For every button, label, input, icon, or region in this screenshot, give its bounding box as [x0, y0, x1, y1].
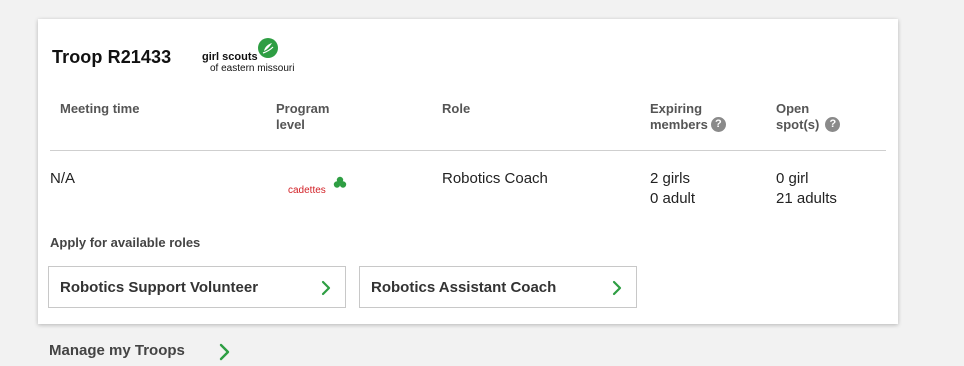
trefoil-icon — [333, 176, 347, 188]
header-role: Role — [442, 101, 470, 117]
header-meeting-time: Meeting time — [60, 101, 139, 117]
logo-line1: girl scouts — [202, 51, 258, 63]
chevron-right-icon — [219, 343, 230, 361]
manage-my-troops-link[interactable]: Manage my Troops — [49, 342, 230, 361]
logo-line2: of eastern missouri — [210, 63, 295, 74]
header-expiring-line2: members — [650, 117, 708, 132]
chevron-right-icon — [612, 280, 622, 296]
header-open-line1: Open — [776, 101, 810, 116]
apply-robotics-support-volunteer-button[interactable]: Robotics Support Volunteer — [48, 266, 346, 308]
cell-role: Robotics Coach — [442, 170, 548, 187]
expiring-adults: 0 adult — [650, 190, 696, 207]
cell-open-spots: 0 girl 21 adults — [776, 169, 837, 209]
header-meeting-time-label: Meeting time — [60, 101, 140, 116]
role-button-label: Robotics Support Volunteer — [60, 279, 259, 296]
cadettes-logo-text: cadettes — [288, 185, 326, 196]
expiring-girls: 2 girls — [650, 170, 691, 187]
cell-expiring-members: 2 girls 0 adult — [650, 169, 695, 209]
header-expiring-line1: Expiring — [650, 101, 703, 116]
open-girls: 0 girl — [776, 170, 809, 187]
header-divider — [50, 150, 886, 151]
apply-roles-label: Apply for available roles — [50, 235, 201, 250]
cell-meeting-time: N/A — [50, 170, 76, 187]
role-button-label: Robotics Assistant Coach — [371, 279, 557, 296]
header-open-line2: spot(s) — [776, 117, 820, 132]
help-icon[interactable]: ? — [710, 117, 726, 133]
manage-my-troops-label: Manage my Troops — [49, 342, 185, 359]
troop-title: Troop R21433 — [52, 47, 172, 67]
header-role-label: Role — [442, 101, 471, 116]
cadettes-logo: cadettes — [288, 176, 358, 198]
apply-robotics-assistant-coach-button[interactable]: Robotics Assistant Coach — [359, 266, 637, 308]
chevron-right-icon — [321, 280, 331, 296]
header-program-level-line2: level — [276, 117, 305, 132]
open-adults: 21 adults — [776, 190, 837, 207]
header-program-level: Program level — [276, 101, 329, 133]
header-program-level-line1: Program — [276, 101, 330, 116]
girl-scouts-logo: girl scouts of eastern missouri — [202, 37, 342, 79]
help-icon[interactable]: ? — [825, 117, 841, 133]
troop-card: Troop R21433 girl scouts of eastern miss… — [38, 19, 898, 324]
header-open-spots: Open spot(s)? — [776, 101, 841, 133]
trefoil-icon — [258, 38, 278, 58]
header-expiring-members: Expiring members? — [650, 101, 726, 133]
